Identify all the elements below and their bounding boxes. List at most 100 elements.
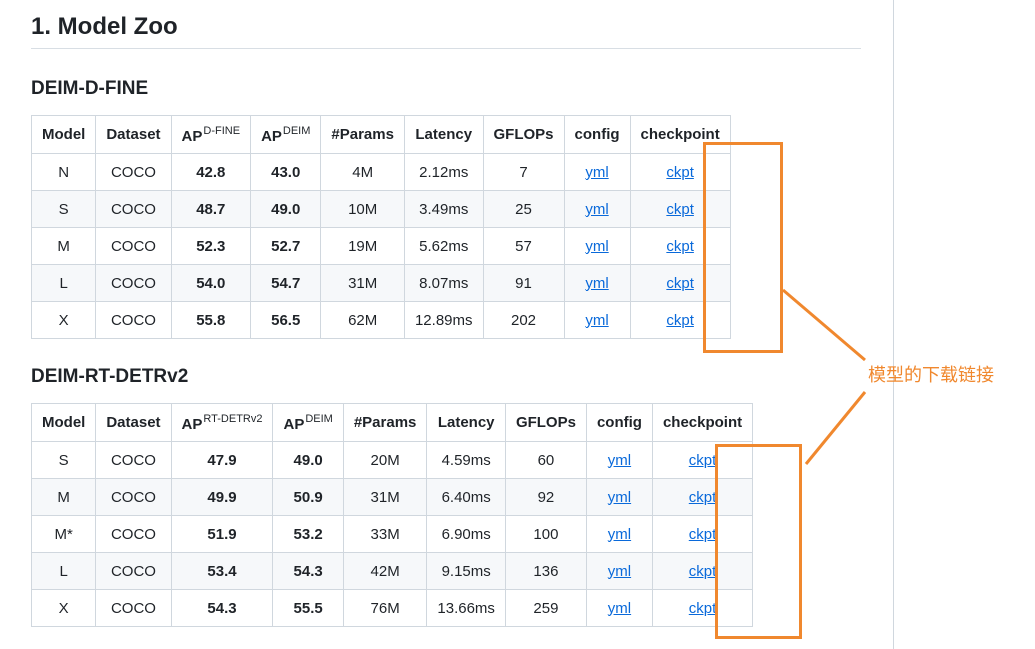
checkpoint-link[interactable]: ckpt: [689, 600, 717, 617]
table-row: N COCO 42.8 43.0 4M 2.12ms 7 yml ckpt: [30, 153, 731, 191]
checkpoint-link[interactable]: ckpt: [666, 201, 694, 218]
config-cell: yml: [563, 264, 631, 302]
gflops-cell: 60: [504, 441, 587, 479]
ap-deim-cell: 50.9: [272, 478, 344, 516]
config-cell: yml: [563, 190, 631, 228]
col-latency: Latency: [403, 115, 484, 154]
ap-deim-cell: 55.5: [272, 589, 344, 627]
checkpoint-link[interactable]: ckpt: [689, 489, 717, 506]
ap-baseline-cell: 48.7: [170, 190, 252, 228]
checkpoint-link[interactable]: ckpt: [689, 563, 717, 580]
col-ap-deim: APDEIM: [250, 115, 322, 154]
table-row: M COCO 52.3 52.7 19M 5.62ms 57 yml ckpt: [30, 227, 731, 265]
model-cell: S: [30, 441, 97, 479]
title-divider: [31, 48, 861, 49]
config-cell: yml: [585, 515, 653, 553]
ap-deim-cell: 54.7: [250, 264, 322, 302]
gflops-cell: 259: [504, 589, 587, 627]
params-cell: 42M: [342, 552, 428, 590]
params-cell: 4M: [320, 153, 405, 191]
table-header-row: Model Dataset APRT-DETRv2 APDEIM #Params…: [30, 403, 754, 442]
latency-cell: 12.89ms: [403, 301, 484, 339]
config-cell: yml: [585, 478, 653, 516]
checkpoint-link[interactable]: ckpt: [689, 526, 717, 543]
col-config: config: [563, 115, 631, 154]
latency-cell: 9.15ms: [426, 552, 506, 590]
ap-deim-cell: 49.0: [272, 441, 344, 479]
config-link[interactable]: yml: [585, 275, 608, 292]
checkpoint-cell: ckpt: [651, 441, 754, 479]
table-row: X COCO 54.3 55.5 76M 13.66ms 259 yml ckpt: [30, 589, 754, 627]
gflops-cell: 7: [482, 153, 565, 191]
config-cell: yml: [585, 441, 653, 479]
col-params: #Params: [342, 403, 428, 442]
ap-baseline-cell: 51.9: [170, 515, 274, 553]
dataset-cell: COCO: [95, 478, 172, 516]
annotation-line: [804, 391, 867, 465]
model-cell: M: [30, 478, 97, 516]
col-dataset: Dataset: [95, 115, 172, 154]
checkpoint-cell: ckpt: [651, 552, 754, 590]
dataset-cell: COCO: [95, 441, 172, 479]
config-cell: yml: [563, 301, 631, 339]
col-gflops: GFLOPs: [482, 115, 565, 154]
model-cell: M: [30, 227, 97, 265]
table-row: M* COCO 51.9 53.2 33M 6.90ms 100 yml ckpt: [30, 515, 754, 553]
latency-cell: 6.90ms: [426, 515, 506, 553]
config-link[interactable]: yml: [585, 164, 608, 181]
params-cell: 19M: [320, 227, 405, 265]
col-model: Model: [30, 115, 97, 154]
gflops-cell: 136: [504, 552, 587, 590]
checkpoint-link[interactable]: ckpt: [666, 238, 694, 255]
ap-deim-cell: 49.0: [250, 190, 322, 228]
checkpoint-link[interactable]: ckpt: [666, 312, 694, 329]
params-cell: 31M: [342, 478, 428, 516]
table-row: M COCO 49.9 50.9 31M 6.40ms 92 yml ckpt: [30, 478, 754, 516]
config-link[interactable]: yml: [608, 489, 631, 506]
col-ap-dfine: APD-FINE: [170, 115, 252, 154]
gflops-cell: 25: [482, 190, 565, 228]
dataset-cell: COCO: [95, 552, 172, 590]
params-cell: 20M: [342, 441, 428, 479]
dataset-cell: COCO: [95, 153, 172, 191]
config-link[interactable]: yml: [585, 312, 608, 329]
model-cell: L: [30, 264, 97, 302]
config-cell: yml: [585, 552, 653, 590]
deim-rtdetrv2-table: Model Dataset APRT-DETRv2 APDEIM #Params…: [30, 403, 754, 627]
table-row: S COCO 48.7 49.0 10M 3.49ms 25 yml ckpt: [30, 190, 731, 228]
col-model: Model: [30, 403, 97, 442]
config-link[interactable]: yml: [608, 600, 631, 617]
model-cell: S: [30, 190, 97, 228]
checkpoint-link[interactable]: ckpt: [689, 452, 717, 469]
checkpoint-link[interactable]: ckpt: [666, 164, 694, 181]
config-link[interactable]: yml: [585, 238, 608, 255]
config-link[interactable]: yml: [585, 201, 608, 218]
gflops-cell: 57: [482, 227, 565, 265]
checkpoint-cell: ckpt: [629, 227, 731, 265]
col-dataset: Dataset: [95, 403, 172, 442]
dataset-cell: COCO: [95, 227, 172, 265]
ap-deim-cell: 53.2: [272, 515, 344, 553]
latency-cell: 13.66ms: [426, 589, 506, 627]
ap-baseline-cell: 54.3: [170, 589, 274, 627]
content-border: [893, 0, 894, 649]
checkpoint-cell: ckpt: [629, 264, 731, 302]
section-heading-deim-dfine: DEIM-D-FINE: [31, 78, 149, 99]
config-link[interactable]: yml: [608, 452, 631, 469]
latency-cell: 5.62ms: [403, 227, 484, 265]
checkpoint-cell: ckpt: [651, 589, 754, 627]
params-cell: 33M: [342, 515, 428, 553]
checkpoint-link[interactable]: ckpt: [666, 275, 694, 292]
config-link[interactable]: yml: [608, 563, 631, 580]
config-cell: yml: [585, 589, 653, 627]
config-link[interactable]: yml: [608, 526, 631, 543]
col-checkpoint: checkpoint: [629, 115, 731, 154]
model-cell: L: [30, 552, 97, 590]
latency-cell: 2.12ms: [403, 153, 484, 191]
dataset-cell: COCO: [95, 589, 172, 627]
ap-baseline-cell: 55.8: [170, 301, 252, 339]
latency-cell: 4.59ms: [426, 441, 506, 479]
page-title: 1. Model Zoo: [31, 13, 178, 40]
checkpoint-cell: ckpt: [629, 190, 731, 228]
col-gflops: GFLOPs: [504, 403, 587, 442]
